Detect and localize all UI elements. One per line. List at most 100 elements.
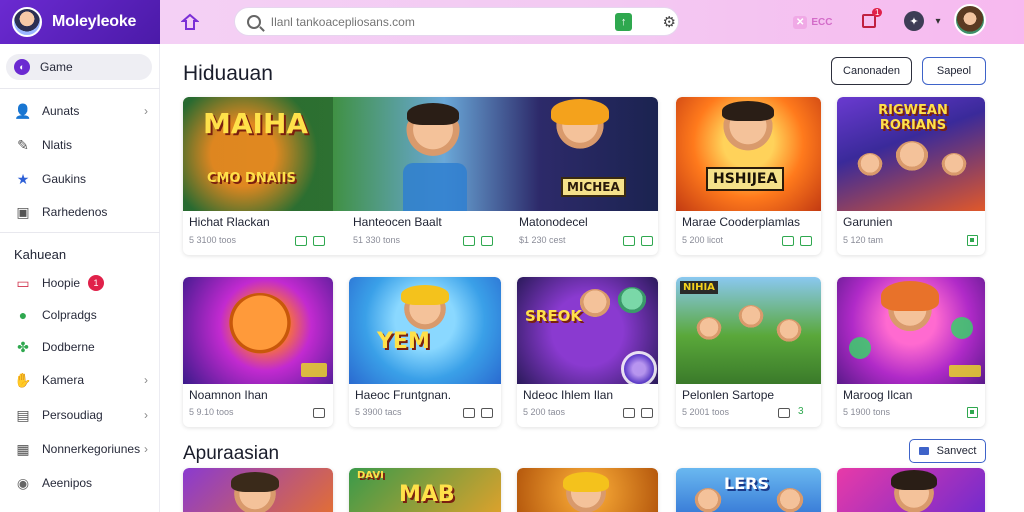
- character: [227, 293, 293, 359]
- card-meta: $1 230 cest: [519, 235, 566, 245]
- brand[interactable]: Moleyleoke: [0, 0, 160, 44]
- folder-icon: ▦: [16, 440, 30, 457]
- game-card[interactable]: RIGWEAN RORIANS Garunien 5 120 tam: [837, 97, 985, 255]
- game-logo: CMO DNAIIS: [207, 171, 296, 186]
- game-card[interactable]: [837, 468, 985, 512]
- tag: [301, 363, 327, 377]
- checkbox-icon[interactable]: [967, 407, 978, 418]
- game-logo: SREOK: [525, 307, 582, 325]
- sanvect-button[interactable]: Sanvect: [909, 439, 986, 463]
- save-icon[interactable]: [295, 236, 307, 246]
- featured-card[interactable]: MAIHA CMO DNAIIS MICHEA Hichat Rlackan 5…: [183, 97, 658, 255]
- sidebar-item-kamera[interactable]: ✋ Kamera ›: [6, 367, 152, 393]
- sidebar-item-persoudiag[interactable]: ▤ Persoudiag ›: [6, 402, 152, 428]
- image-icon: ▣: [16, 203, 30, 220]
- sidebar-item-game[interactable]: ◐ Game: [6, 54, 152, 80]
- pin-icon: ◉: [16, 474, 30, 491]
- avatar[interactable]: [954, 4, 986, 36]
- canonaden-button[interactable]: Canonaden: [831, 57, 912, 85]
- brand-avatar: [12, 7, 42, 37]
- mic-icon[interactable]: ↑: [614, 12, 633, 31]
- orb: [849, 337, 871, 359]
- sidebar-item-aunats[interactable]: 👤 Aunats ›: [6, 98, 152, 124]
- share-icon[interactable]: [800, 236, 812, 246]
- game-card[interactable]: SREOK Ndeoc Ihlem Ilan 5 200 taos: [517, 277, 658, 427]
- game-thumbnail: NIHIA: [676, 277, 821, 384]
- chevron-down-icon[interactable]: ▾: [932, 12, 944, 30]
- sidebar-item-label: Aunats: [42, 104, 80, 118]
- game-card[interactable]: Maroog Ilcan 5 1900 tons: [837, 277, 985, 427]
- sidebar-heading: Kahuean: [14, 247, 67, 262]
- sidebar: ◐ Game 👤 Aunats › ✎ Nlatis ★ Gaukins ▣ R…: [0, 44, 160, 512]
- game-card[interactable]: NIHIA Pelonlen Sartope 5 2001 toos 3: [676, 277, 821, 427]
- search-bar[interactable]: ↑ ⚙: [234, 7, 679, 36]
- game-thumbnail: [837, 468, 985, 512]
- game-card[interactable]: LERS: [676, 468, 821, 512]
- game-card[interactable]: [183, 468, 333, 512]
- character-body: [403, 163, 467, 211]
- game-thumbnail: [837, 277, 985, 384]
- game-card[interactable]: DAVI MAB: [349, 468, 501, 512]
- character-hair: [881, 281, 939, 311]
- divider: [0, 232, 160, 233]
- sidebar-item-label: Hoopie: [42, 276, 81, 290]
- game-card[interactable]: [517, 468, 658, 512]
- sapeol-button[interactable]: Sapeol: [922, 57, 986, 85]
- search-icon: [247, 14, 261, 29]
- sidebar-item-hoopie[interactable]: ▭ Hoopie 1: [6, 270, 152, 296]
- share-icon[interactable]: [641, 236, 653, 246]
- save-icon[interactable]: [778, 408, 790, 418]
- user-icon: 👤: [14, 102, 32, 119]
- save-icon[interactable]: [782, 236, 794, 246]
- checkbox-icon[interactable]: [967, 235, 978, 246]
- app-name: Moleyleoke: [52, 13, 137, 30]
- sidebar-item-rarhedenos[interactable]: ▣ Rarhedenos: [6, 199, 152, 225]
- home-icon[interactable]: [178, 10, 202, 34]
- save-icon[interactable]: [313, 408, 325, 418]
- sidebar-item-gaukins[interactable]: ★ Gaukins: [6, 166, 152, 192]
- sidebar-item-aeenipos[interactable]: ◉ Aeenipos: [6, 470, 152, 496]
- game-thumbnail: DAVI MAB: [349, 468, 501, 512]
- apps-icon[interactable]: ✦: [904, 11, 924, 31]
- divider: [0, 88, 160, 89]
- sidebar-item-nlatis[interactable]: ✎ Nlatis: [6, 132, 152, 158]
- star-icon: ★: [16, 170, 30, 187]
- ecc-control[interactable]: ✕ ECC: [793, 12, 833, 32]
- share-icon[interactable]: [481, 236, 493, 246]
- character-hair: [407, 103, 459, 125]
- card-meta: 5 200 licot: [682, 235, 724, 245]
- sidebar-item-dodberne[interactable]: ✤ Dodberne: [6, 334, 152, 360]
- save-icon[interactable]: [463, 236, 475, 246]
- orb: [621, 351, 657, 384]
- gear-icon[interactable]: ⚙: [660, 13, 678, 31]
- character: [579, 289, 611, 321]
- chevron-right-icon: ›: [144, 104, 148, 118]
- clipboard-icon: ▤: [16, 406, 30, 423]
- character: [738, 305, 764, 331]
- card-meta: 5 120 tam: [843, 235, 884, 245]
- share-icon[interactable]: [313, 236, 325, 246]
- card-title: Hichat Rlackan: [189, 215, 270, 229]
- card-title: Marae Cooderplamlas: [682, 215, 801, 229]
- character: [776, 319, 802, 345]
- game-thumbnail: HSHIJEA: [676, 97, 821, 211]
- share-icon[interactable]: [641, 408, 653, 418]
- character-hair: [722, 101, 774, 121]
- save-icon[interactable]: [623, 408, 635, 418]
- game-card[interactable]: HSHIJEA Marae Cooderplamlas 5 200 licot: [676, 97, 821, 255]
- card-meta: 5 3100 toos: [189, 235, 237, 245]
- inbox-icon: ▭: [16, 274, 30, 291]
- card-meta: 5 200 taos: [523, 407, 566, 417]
- character: [941, 153, 967, 179]
- game-card[interactable]: YEM Haeoc Fruntgnan. 5 3900 tacs: [349, 277, 501, 427]
- share-icon[interactable]: [481, 408, 493, 418]
- sidebar-item-nonnerkegoriunes[interactable]: ▦ Nonnerkegoriunes ›: [6, 436, 152, 462]
- game-card[interactable]: Noamnon Ihan 5 9.10 toos: [183, 277, 333, 427]
- card-meta: 5 9.10 toos: [189, 407, 234, 417]
- chat-icon: ●: [18, 307, 28, 323]
- sidebar-item-colpradgs[interactable]: ● Colpradgs: [6, 302, 152, 328]
- save-icon[interactable]: [463, 408, 475, 418]
- search-input[interactable]: [270, 14, 593, 29]
- notification-icon[interactable]: 1: [860, 8, 883, 31]
- save-icon[interactable]: [623, 236, 635, 246]
